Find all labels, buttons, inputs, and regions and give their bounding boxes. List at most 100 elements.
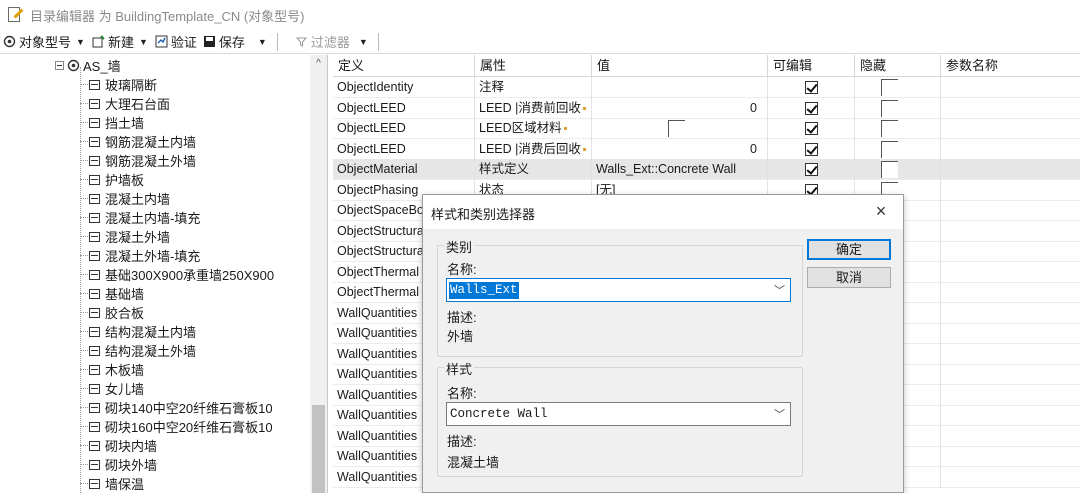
column-header-definition[interactable]: 定义 (333, 55, 475, 77)
validate-button[interactable]: 验证 (152, 31, 200, 53)
column-header-parameter-name[interactable]: 参数名称 (941, 55, 1080, 77)
column-header-value[interactable]: 值 (592, 55, 768, 77)
definition-cell[interactable]: ObjectMaterial (333, 159, 475, 180)
column-header-editable[interactable]: 可编辑 (768, 55, 855, 77)
hidden-checkbox[interactable] (881, 120, 898, 138)
editable-checkbox[interactable] (805, 81, 818, 95)
tree-scrollbar[interactable]: ^ (310, 55, 327, 493)
editable-checkbox[interactable] (805, 163, 818, 177)
grid-row[interactable]: ObjectMaterial 样式定义 Walls_Ext::Concrete Wa… (333, 159, 1080, 180)
value-checkbox[interactable] (668, 120, 685, 138)
tree-item[interactable]: 砌块140中空20纤维石膏板10 (80, 398, 273, 417)
parameter-name-cell[interactable] (941, 364, 1080, 385)
property-cell[interactable]: LEED |消费后回收 (475, 138, 592, 160)
value-cell[interactable]: 0 (592, 97, 768, 119)
property-cell[interactable]: LEED区域材料 (475, 118, 592, 139)
parameter-name-cell[interactable] (941, 282, 1080, 303)
parameter-name-cell[interactable] (941, 241, 1080, 262)
parameter-name-cell[interactable] (941, 77, 1080, 98)
editable-cell[interactable] (768, 159, 855, 180)
parameter-name-cell[interactable] (941, 180, 1080, 201)
new-button[interactable]: 新建 (89, 31, 137, 53)
parameter-name-cell[interactable] (941, 405, 1080, 426)
style-name-select[interactable]: Concrete Wall ﹀ (446, 402, 791, 426)
tree-item[interactable]: 砌块160中空20纤维石膏板10 (80, 417, 273, 436)
editable-checkbox[interactable] (805, 122, 818, 136)
value-cell[interactable] (592, 118, 768, 139)
tree-item[interactable]: 混凝土内墙-填充 (80, 208, 200, 227)
grid-row[interactable]: ObjectLEED LEED |消费前回收 0 (333, 97, 1080, 119)
column-header-property[interactable]: 属性 (475, 55, 592, 77)
tree-item[interactable]: 墙保温 (80, 474, 144, 493)
hidden-cell[interactable] (855, 159, 941, 180)
parameter-name-cell[interactable] (941, 221, 1080, 242)
tree-item[interactable]: 女儿墙 (80, 379, 144, 398)
value-cell[interactable]: Walls_Ext::Concrete Wall (592, 159, 768, 180)
parameter-name-cell[interactable] (941, 426, 1080, 447)
tree-item[interactable]: 混凝土外墙 (80, 227, 170, 246)
editable-cell[interactable] (768, 97, 855, 119)
parameter-name-cell[interactable] (941, 467, 1080, 488)
tree-item[interactable]: 结构混凝土内墙 (80, 322, 196, 341)
editable-cell[interactable] (768, 118, 855, 139)
tree-item[interactable]: 挡土墙 (80, 113, 144, 132)
chevron-down-icon[interactable]: ﹀ (774, 282, 785, 298)
definition-cell[interactable]: ObjectIdentity (333, 77, 475, 98)
category-name-select[interactable]: Walls_Ext ﹀ (446, 278, 791, 302)
tree-item[interactable]: 砌块外墙 (80, 455, 157, 474)
tree-item[interactable]: 混凝土内墙 (80, 189, 170, 208)
hidden-cell[interactable] (855, 97, 941, 119)
hidden-checkbox[interactable] (881, 79, 898, 97)
editable-checkbox[interactable] (805, 142, 818, 156)
parameter-name-cell[interactable] (941, 385, 1080, 406)
cancel-button[interactable]: 取消 (807, 267, 891, 288)
editable-checkbox[interactable] (805, 101, 818, 115)
parameter-name-cell[interactable] (941, 303, 1080, 324)
hidden-checkbox[interactable] (881, 99, 898, 117)
save-button[interactable]: 保存 (200, 31, 248, 53)
tree-item[interactable]: 基础墙 (80, 284, 144, 303)
object-type-button[interactable]: 对象型号 (0, 31, 74, 53)
parameter-name-cell[interactable] (941, 118, 1080, 139)
new-dropdown-icon[interactable]: ▼ (139, 37, 148, 47)
definition-cell[interactable]: ObjectLEED (333, 138, 475, 160)
chevron-down-icon[interactable]: ﹀ (774, 406, 785, 422)
tree-item[interactable]: 胶合板 (80, 303, 144, 322)
close-icon[interactable]: × (871, 201, 891, 222)
parameter-name-cell[interactable] (941, 446, 1080, 467)
tree-item[interactable]: 砌块内墙 (80, 436, 157, 455)
parameter-name-cell[interactable] (941, 139, 1080, 160)
hidden-cell[interactable] (855, 77, 941, 98)
grid-row[interactable]: ObjectLEED LEED区域材料 (333, 118, 1080, 139)
object-type-dropdown-icon[interactable]: ▼ (76, 37, 85, 47)
tree-item[interactable]: 钢筋混凝土外墙 (80, 151, 196, 170)
filter-button[interactable]: 过滤器 (292, 31, 353, 53)
tree-item[interactable]: 基础300X900承重墙250X900 (80, 265, 274, 284)
parameter-name-cell[interactable] (941, 98, 1080, 119)
scroll-up-icon[interactable]: ^ (310, 55, 327, 72)
tree-item[interactable]: 大理石台面 (80, 94, 170, 113)
tree-item[interactable]: 木板墙 (80, 360, 144, 379)
filter-dropdown-icon[interactable]: ▼ (359, 37, 368, 47)
ok-button[interactable]: 确定 (807, 239, 891, 260)
grid-row[interactable]: ObjectIdentity 注释 (333, 77, 1080, 98)
editable-cell[interactable] (768, 138, 855, 160)
tree-item[interactable]: 玻璃隔断 (80, 75, 157, 94)
parameter-name-cell[interactable] (941, 323, 1080, 344)
tree-item[interactable]: 钢筋混凝土内墙 (80, 132, 196, 151)
parameter-name-cell[interactable] (941, 262, 1080, 283)
hidden-checkbox[interactable] (881, 161, 898, 179)
hidden-cell[interactable] (855, 118, 941, 139)
property-cell[interactable]: LEED |消费前回收 (475, 97, 592, 119)
column-header-hidden[interactable]: 隐藏 (855, 55, 941, 77)
save-dropdown-icon[interactable]: ▼ (258, 37, 267, 47)
parameter-name-cell[interactable] (941, 344, 1080, 365)
tree-item[interactable]: 混凝土外墙-填充 (80, 246, 200, 265)
collapse-icon[interactable] (55, 61, 64, 70)
parameter-name-cell[interactable] (941, 200, 1080, 221)
parameter-name-cell[interactable] (941, 159, 1080, 180)
tree-item[interactable]: 结构混凝土外墙 (80, 341, 196, 360)
definition-cell[interactable]: ObjectLEED (333, 118, 475, 139)
tree-item[interactable]: 护墙板 (80, 170, 144, 189)
hidden-cell[interactable] (855, 138, 941, 160)
